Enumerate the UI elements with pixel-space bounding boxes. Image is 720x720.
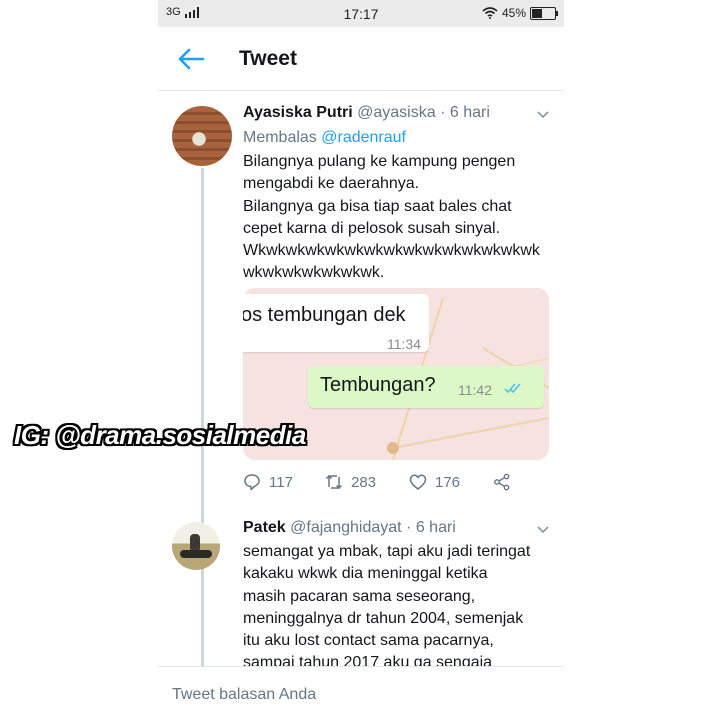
arrow-left-icon[interactable] (176, 47, 206, 71)
tweet-text: semangat ya mbak, tapi aku jadi teringat… (243, 541, 559, 675)
status-icons: 45% (482, 6, 558, 20)
chat-bubble-incoming: os tembungan dek 11:34 (243, 294, 429, 352)
read-receipt-icon (504, 383, 521, 394)
author-handle[interactable]: @ayasiska (357, 104, 436, 121)
retweet-icon (325, 474, 343, 490)
tweet-line: kakaku wkwk dia meninggal ketika (243, 565, 488, 583)
tweet-time: · 6 hari (406, 519, 456, 536)
chevron-down-icon[interactable] (536, 110, 550, 120)
reply-input-placeholder[interactable]: Tweet balasan Anda (172, 686, 316, 704)
chat-bubble-outgoing: Tembungan? 11:42 (308, 366, 544, 408)
app-header: Tweet (158, 27, 564, 91)
tweet-actions: 117 283 176 (243, 473, 563, 497)
reply-composer[interactable]: Tweet balasan Anda (158, 666, 564, 720)
chevron-down-icon[interactable] (536, 525, 550, 535)
tweet-line: masih pacaran sama seseorang, (243, 587, 476, 605)
author-name[interactable]: Patek (243, 519, 286, 536)
author-handle[interactable]: @fajanghidayat (290, 519, 401, 536)
battery-percent: 45% (501, 6, 526, 20)
page-title: Tweet (239, 47, 297, 70)
tweet-line: semangat ya mbak, tapi aku jadi teringat (243, 543, 531, 560)
tweet-line: wkwkwkwkwkwkwk. (243, 264, 385, 282)
reply-button[interactable]: 117 (243, 473, 293, 491)
outgoing-time: 11:42 (458, 382, 492, 398)
like-button[interactable]: 176 (409, 473, 460, 491)
tweet-line: Bilangnya ga bisa tiap saat bales chat (243, 197, 512, 215)
wifi-icon (482, 7, 498, 19)
avatar[interactable] (172, 106, 232, 166)
tweet-line: meninggalnya dr tahun 2004, semenjak (243, 609, 524, 627)
tweet-line: Bilangnya pulang ke kampung pengen (243, 153, 516, 170)
tweet-line: mengabdi ke daerahnya. (243, 175, 420, 193)
outgoing-message: Tembungan? (320, 374, 436, 396)
tweet-time: · 6 hari (440, 104, 490, 121)
battery-icon (530, 6, 558, 20)
share-button[interactable] (493, 473, 511, 491)
status-bar: 3G 17:17 45% (158, 0, 564, 27)
tweet-line: cepet karna di pelosok susah sinyal. (243, 219, 501, 237)
retweet-count: 283 (351, 473, 377, 491)
phone-screen: 3G 17:17 45% Tweet Ayasiska Putri @ayasi… (158, 0, 564, 720)
reply-mention-link[interactable]: @radenrauf (321, 129, 406, 146)
thread-connector (201, 168, 204, 668)
tweet-line: Wkwkwkwkwkwkwkwkwkwkwkwkwkwkwk (243, 242, 540, 260)
reply-context: Membalas @radenrauf (243, 129, 406, 147)
reply-prefix: Membalas (243, 129, 322, 146)
tweet-line: itu aku lost contact sama pacarnya, (243, 632, 494, 650)
retweet-button[interactable]: 283 (325, 473, 376, 491)
author-name[interactable]: Ayasiska Putri (243, 104, 353, 121)
share-icon (494, 473, 510, 491)
tweet-header: Patek @fajanghidayat · 6 hari (243, 519, 456, 537)
tweet-header: Ayasiska Putri @ayasiska · 6 hari (243, 104, 490, 122)
reply-count: 117 (269, 473, 293, 491)
incoming-time: 11:34 (387, 336, 421, 352)
tweet-text: Bilangnya pulang ke kampung pengen menga… (243, 151, 559, 285)
avatar[interactable] (172, 522, 220, 570)
reply-icon (244, 474, 260, 491)
incoming-message: os tembungan dek (243, 304, 406, 326)
heart-icon (409, 474, 427, 490)
like-count: 176 (435, 473, 461, 491)
watermark-text: IG: @drama.sosialmedia (13, 419, 307, 451)
